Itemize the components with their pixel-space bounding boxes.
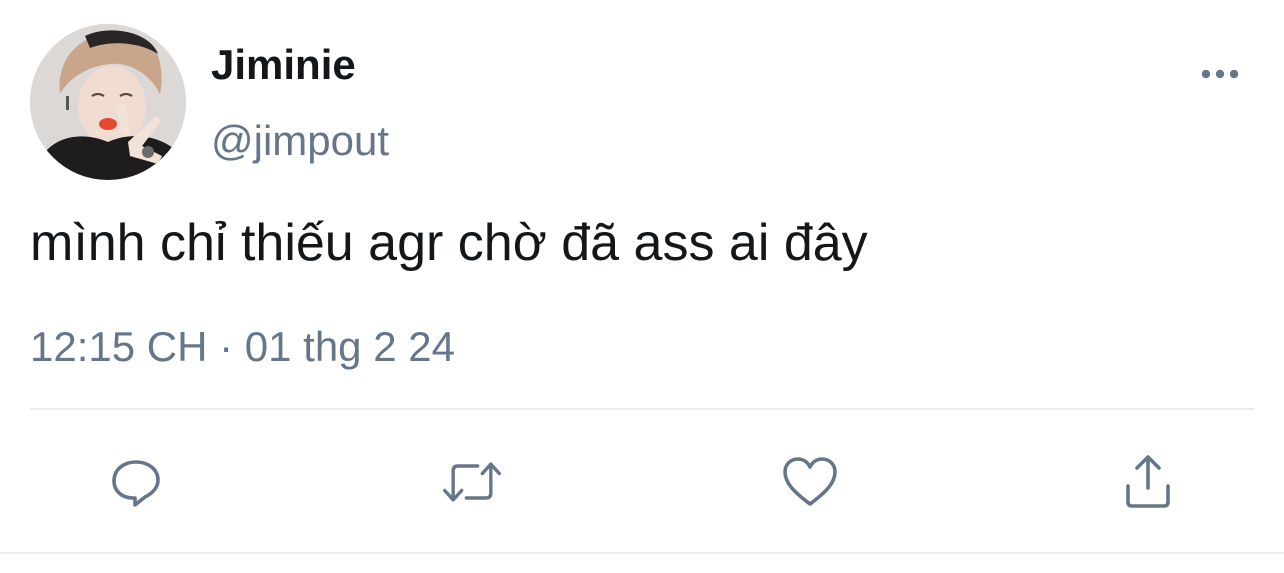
display-name[interactable]: Jiminie (211, 40, 356, 90)
divider (30, 408, 1254, 410)
reply-button[interactable] (104, 452, 168, 512)
profile-photo (30, 24, 186, 180)
share-button[interactable] (1116, 452, 1180, 512)
avatar[interactable] (30, 24, 186, 180)
share-icon (1126, 455, 1170, 508)
reply-icon (112, 460, 160, 507)
user-handle[interactable]: @jimpout (211, 115, 389, 167)
divider (0, 552, 1284, 554)
more-options-button[interactable] (1192, 56, 1248, 92)
more-horizontal-icon (1201, 69, 1239, 79)
retweet-icon (443, 462, 501, 502)
tweet-timestamp[interactable]: 12:15 CH · 01 thg 2 24 (30, 321, 455, 373)
heart-icon (783, 457, 837, 506)
like-button[interactable] (778, 452, 842, 512)
retweet-button[interactable] (440, 452, 504, 512)
tweet-text: mình chỉ thiếu agr chờ đã ass ai đây (30, 214, 868, 272)
